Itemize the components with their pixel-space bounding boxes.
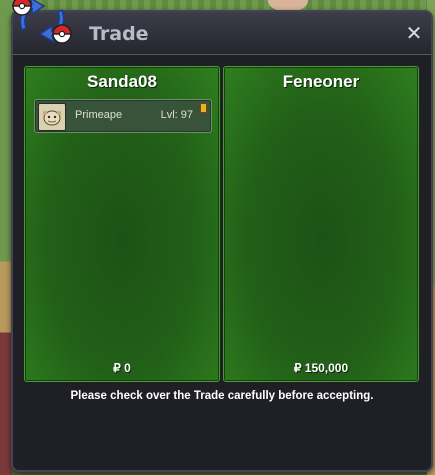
trade-window: Trade ✕ Sanda08 Primeape Lvl: 97 ₽ 0 Fen… [11, 10, 433, 472]
trade-arrows-pokeball-icon [8, 0, 76, 48]
pokemon-level: Lvl: 97 [160, 109, 193, 121]
trade-notice: Please check over the Trade carefully be… [70, 390, 374, 402]
primeape-sprite-icon [38, 103, 66, 131]
window-title: Trade [89, 23, 149, 45]
item-marker-icon [200, 103, 207, 113]
partner-name: Feneoner [282, 72, 360, 91]
offered-pokemon-item[interactable]: Primeape Lvl: 97 [34, 99, 212, 133]
offer-panel-player: Sanda08 Primeape Lvl: 97 ₽ 0 [24, 66, 220, 382]
close-icon[interactable]: ✕ [403, 22, 425, 44]
pokemon-name: Primeape [75, 109, 123, 121]
money-amount: ₽ 0 [113, 361, 131, 375]
offer-panel-partner: Feneoner ₽ 150,000 [223, 66, 419, 382]
player-name: Sanda08 [87, 72, 157, 91]
partner-money-amount: ₽ 150,000 [293, 361, 349, 375]
